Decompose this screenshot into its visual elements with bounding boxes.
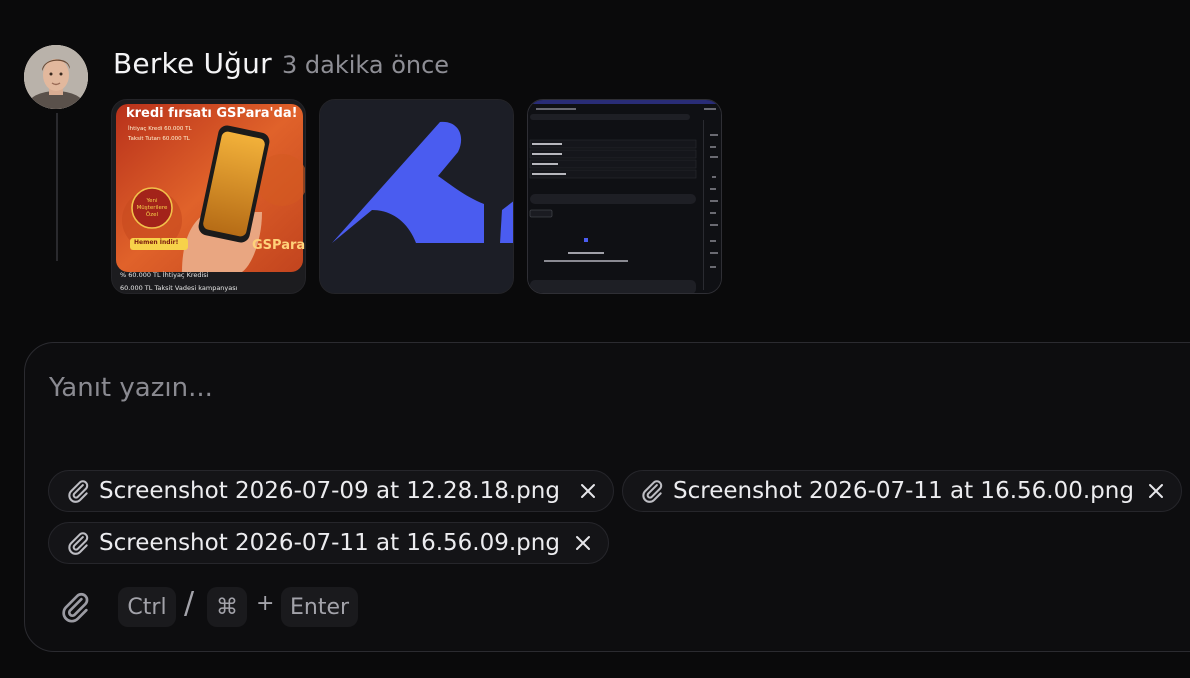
attach-file-button[interactable] <box>58 590 92 624</box>
shortcut-key-cmd: ⌘ <box>207 587 247 627</box>
shortcut-separator: / <box>184 586 195 621</box>
paperclip-icon <box>68 532 89 555</box>
attachment-chip: Screenshot 2026-07-11 at 16.56.09.png <box>48 522 609 564</box>
comment-time: 3 dakika önce <box>282 51 450 79</box>
shortcut-plus: + <box>256 591 275 616</box>
paperclip-icon <box>68 480 89 503</box>
promo-caption-2: 60.000 TL Taksit Vadesi kampanyası <box>120 284 238 292</box>
attachment-file-name: Screenshot 2026-07-11 at 16.56.00.png <box>673 478 1134 504</box>
attachment-file-name: Screenshot 2026-07-09 at 12.28.18.png <box>99 478 560 504</box>
attachment-thumbnail-screenshot[interactable] <box>527 99 722 294</box>
attachment-file-name: Screenshot 2026-07-11 at 16.56.09.png <box>99 530 560 556</box>
attachment-chip: Screenshot 2026-07-09 at 12.28.18.png <box>48 470 614 512</box>
shortcut-key-enter: Enter <box>281 587 358 627</box>
blue-logo-icon <box>320 100 513 293</box>
shortcut-key-ctrl: Ctrl <box>118 587 176 627</box>
attachment-thumbnail-logo[interactable] <box>319 99 514 294</box>
reply-input[interactable] <box>49 368 1149 408</box>
promo-caption-1: % 60.000 TL İhtiyaç Kredisi <box>120 271 209 279</box>
remove-attachment-icon[interactable] <box>1145 480 1167 502</box>
promo-headline: kredi fırsatı GSPara'da! <box>126 106 298 121</box>
avatar[interactable] <box>24 45 88 109</box>
promo-line-2: Taksit Tutarı 60.000 TL <box>128 136 190 142</box>
comment-thread: Berke Uğur 3 dakika önce kredi fırsatı G… <box>0 0 1190 678</box>
screenshot-preview-icon <box>528 100 721 293</box>
promo-line-1: İhtiyaç Kredi 60.000 TL <box>128 126 192 132</box>
promo-brand: GSPara <box>252 238 306 253</box>
remove-attachment-icon[interactable] <box>572 532 594 554</box>
author-name[interactable]: Berke Uğur <box>113 47 272 80</box>
thread-line <box>56 113 58 261</box>
paperclip-icon <box>642 480 663 503</box>
remove-attachment-icon[interactable] <box>577 480 599 502</box>
promo-badge: Yeni Müşterilere Özel <box>136 198 168 218</box>
attachment-chip: Screenshot 2026-07-11 at 16.56.00.png <box>622 470 1182 512</box>
user-avatar-icon <box>24 45 88 109</box>
attachment-thumbnail-promo[interactable]: kredi fırsatı GSPara'da! İhtiyaç Kredi 6… <box>111 99 306 294</box>
promo-cta: Hemen İndir! <box>134 239 179 246</box>
